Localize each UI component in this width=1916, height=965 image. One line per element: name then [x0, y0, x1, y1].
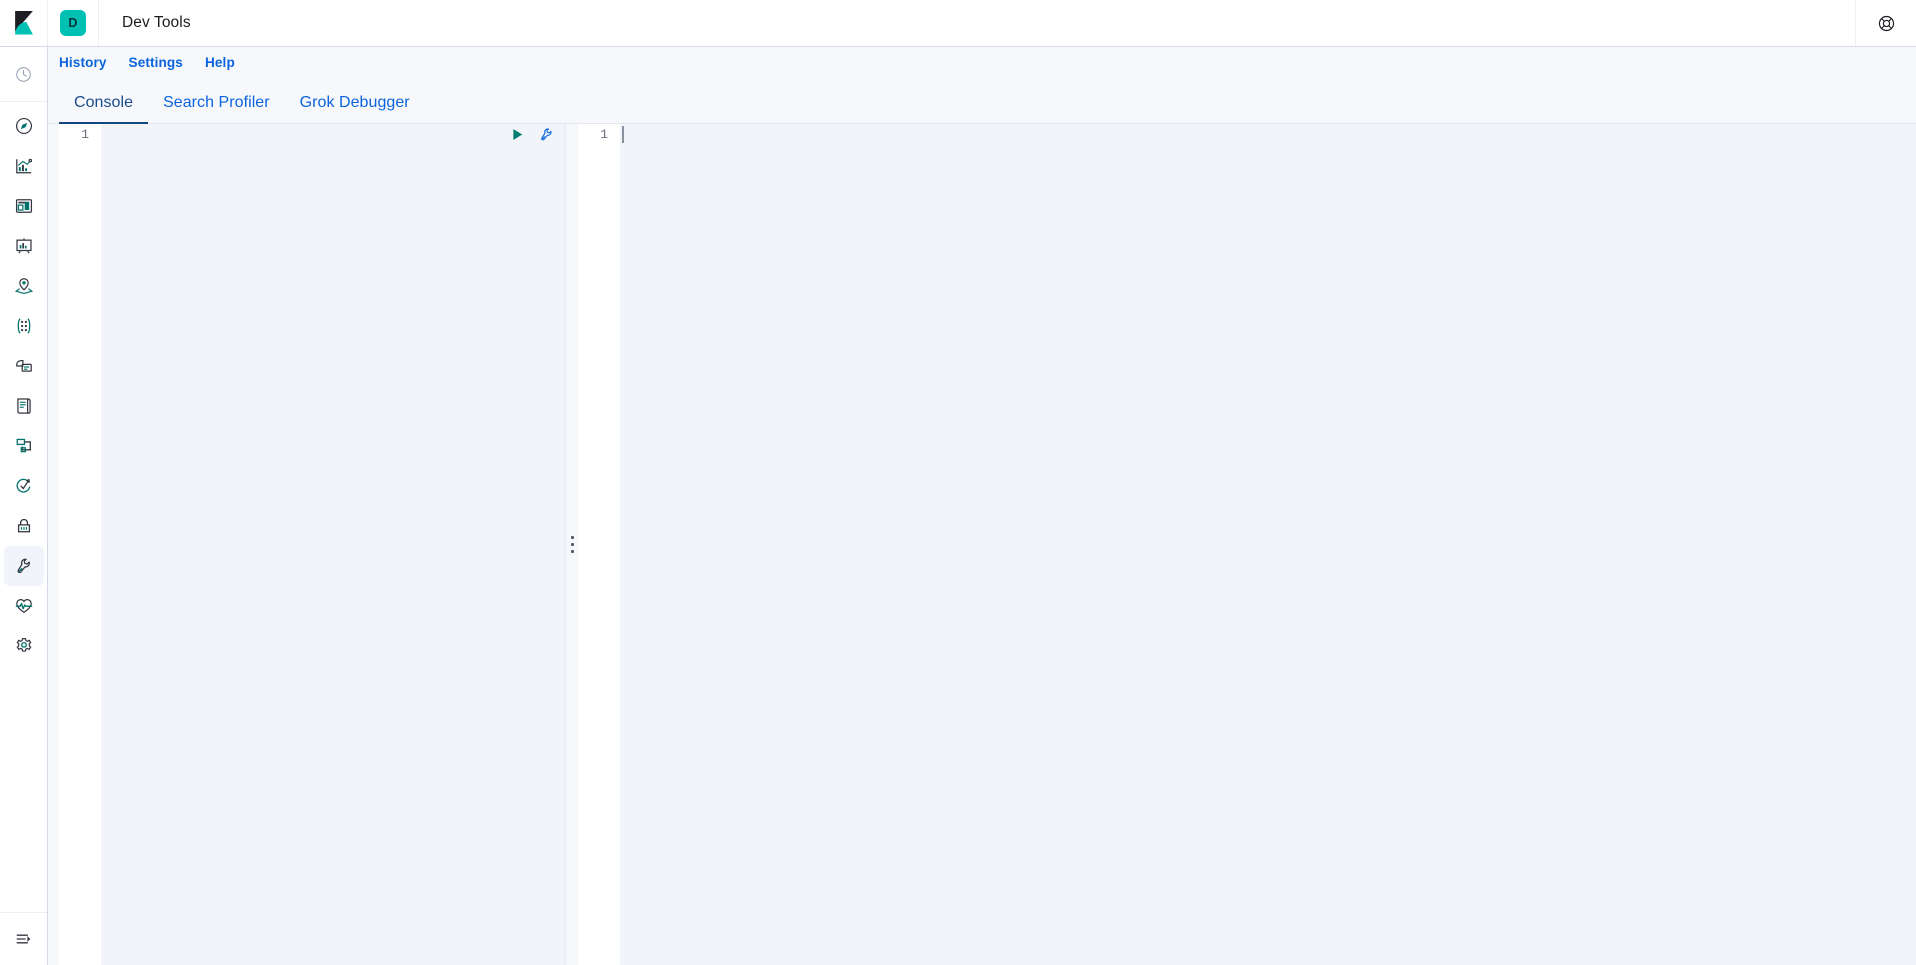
play-send-request-icon — [513, 129, 523, 140]
recently-viewed-clock-icon — [16, 66, 31, 82]
management-gear-icon — [16, 637, 31, 652]
sidebar-item-observability[interactable] — [4, 266, 44, 306]
response-line-number: 1 — [600, 127, 608, 142]
request-pane: 1 — [59, 124, 566, 965]
help-menu-button[interactable] — [1872, 9, 1900, 37]
header-right-controls — [1855, 0, 1916, 46]
sidebar-item-machine-learning[interactable] — [4, 306, 44, 346]
machine-learning-nodes-icon — [17, 318, 30, 334]
sidebar-item-recently-viewed[interactable] — [4, 54, 44, 94]
stack-monitoring-heartbeat-icon — [15, 598, 32, 614]
uptime-check-icon — [16, 478, 30, 493]
console-top-navigation: History Settings Help — [48, 47, 1916, 78]
sidebar-item-management[interactable] — [4, 626, 44, 666]
response-content — [620, 124, 621, 125]
request-line-number: 1 — [81, 127, 89, 142]
sidebar-item-maps[interactable] — [4, 226, 44, 266]
lifebuoy-help-icon — [1878, 15, 1894, 31]
discover-compass-icon — [15, 117, 32, 135]
console-menu-button[interactable] — [538, 126, 555, 143]
dashboards-chart-icon — [15, 158, 32, 174]
sidebar-item-dashboards[interactable] — [4, 146, 44, 186]
primary-side-navigation — [0, 47, 48, 965]
topnav-link-history[interactable]: History — [59, 55, 107, 70]
kibana-logo-icon — [14, 11, 33, 35]
drag-handle-icon — [570, 536, 574, 553]
sidebar-item-enterprise-search[interactable] — [4, 346, 44, 386]
console-editors: 1 1 — [48, 124, 1916, 965]
wrench-options-icon — [541, 128, 552, 141]
tab-search-profiler[interactable]: Search Profiler — [148, 94, 285, 123]
sidenav-group-recent — [0, 47, 47, 102]
dev-tools-wrench-icon — [16, 558, 30, 574]
logs-document-icon — [16, 398, 31, 414]
apm-layers-icon — [16, 438, 31, 453]
sidebar-item-canvas[interactable] — [4, 186, 44, 226]
topnav-link-settings[interactable]: Settings — [129, 55, 183, 70]
response-pane: 1 — [578, 124, 1916, 965]
security-lock-icon — [17, 518, 30, 533]
dev-tools-tabs: Console Search Profiler Grok Debugger — [48, 78, 1916, 124]
maps-presentation-icon — [15, 238, 32, 254]
sidenav-group-apps — [0, 102, 47, 670]
request-editor-actions — [509, 124, 555, 145]
app-body: History Settings Help Console Search Pro… — [0, 47, 1916, 965]
text-cursor — [622, 126, 624, 143]
editor-splitter[interactable] — [566, 124, 578, 965]
space-selector-button[interactable]: D — [48, 0, 99, 46]
space-avatar: D — [60, 10, 86, 36]
sidenav-collapse-button[interactable] — [0, 912, 47, 965]
response-gutter: 1 — [578, 124, 620, 965]
main-content: History Settings Help Console Search Pro… — [48, 47, 1916, 965]
sidebar-item-stack-monitoring[interactable] — [4, 586, 44, 626]
kibana-logo-button[interactable] — [0, 0, 48, 46]
sidenav-spacer — [0, 670, 47, 912]
send-request-button[interactable] — [509, 126, 526, 143]
request-gutter: 1 — [59, 124, 101, 965]
sidebar-item-logs[interactable] — [4, 386, 44, 426]
response-code-area[interactable] — [620, 124, 1916, 965]
sidebar-item-dev-tools[interactable] — [3, 546, 44, 586]
response-editor[interactable]: 1 — [578, 124, 1916, 965]
request-editor[interactable]: 1 — [59, 124, 566, 965]
canvas-layout-icon — [15, 199, 32, 213]
collapse-menu-icon — [16, 934, 30, 944]
sidebar-item-uptime[interactable] — [4, 466, 44, 506]
sidebar-item-apm[interactable] — [4, 426, 44, 466]
tab-grok-debugger[interactable]: Grok Debugger — [285, 94, 425, 123]
observability-location-icon — [14, 278, 33, 295]
enterprise-search-icon — [15, 359, 32, 372]
sidebar-item-discover[interactable] — [4, 106, 44, 146]
page-title: Dev Tools — [122, 14, 191, 31]
request-content — [101, 124, 102, 125]
sidebar-item-security[interactable] — [4, 506, 44, 546]
kibana-app: D Dev Tools History Settings Help Consol… — [0, 0, 1916, 965]
topnav-link-help[interactable]: Help — [205, 55, 235, 70]
request-code-area[interactable] — [101, 124, 565, 965]
global-header: D Dev Tools — [0, 0, 1916, 47]
tab-console[interactable]: Console — [59, 94, 149, 124]
